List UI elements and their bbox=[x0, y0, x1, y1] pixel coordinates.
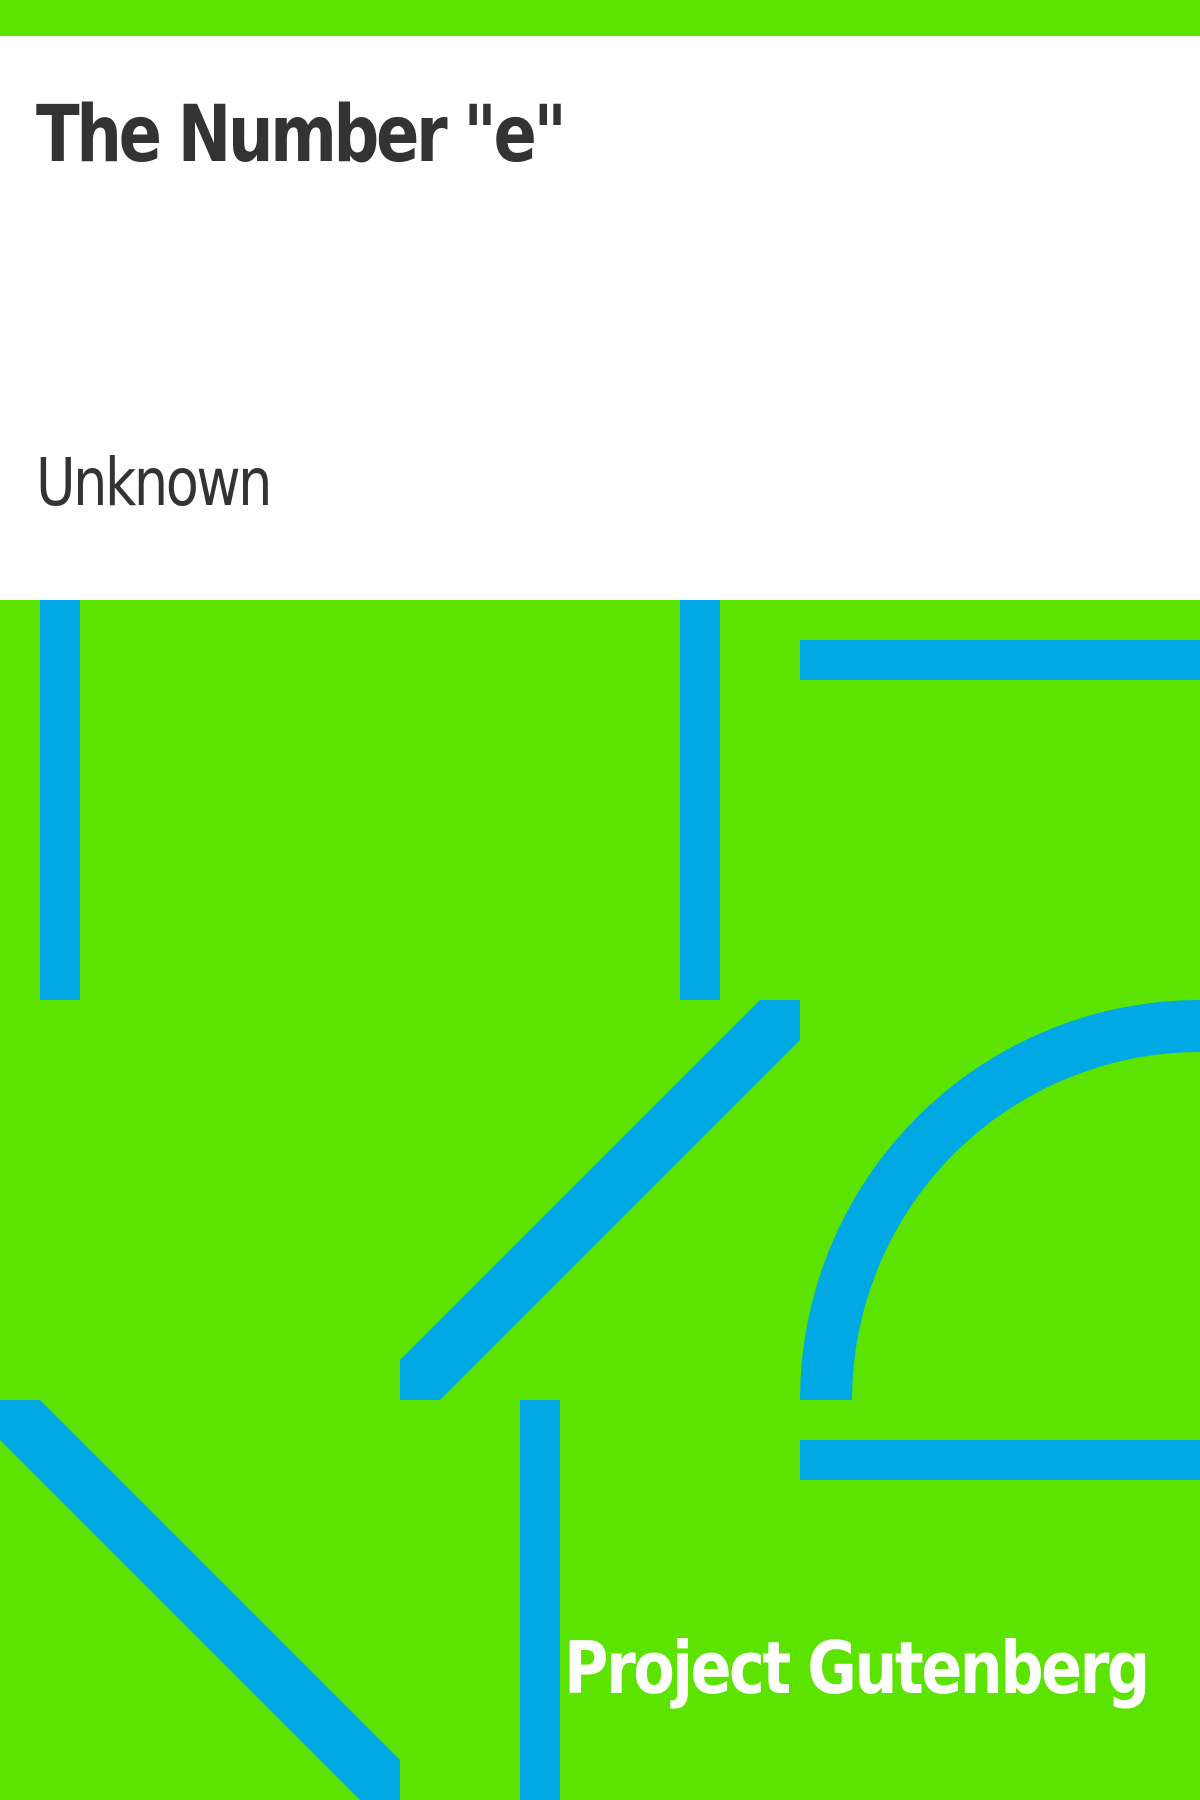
vertical-bar-left bbox=[40, 600, 80, 1000]
horizontal-bar-bottom-right bbox=[800, 1440, 1200, 1480]
horizontal-bar-top-right bbox=[800, 640, 1200, 680]
book-cover: The Number "e" Unknown Project Gutenberg bbox=[0, 0, 1200, 1800]
title-panel: The Number "e" Unknown bbox=[0, 36, 1200, 600]
book-author: Unknown bbox=[36, 444, 272, 521]
quarter-circle-arc bbox=[800, 1000, 1200, 1400]
book-title: The Number "e" bbox=[36, 90, 567, 180]
top-color-strip bbox=[0, 0, 1200, 36]
vertical-bar-middle bbox=[680, 600, 720, 1000]
diagonal-bar-middle bbox=[400, 1000, 800, 1400]
geometric-pattern-icon bbox=[0, 600, 1200, 1800]
vertical-bar-bottom bbox=[520, 1400, 560, 1800]
publisher-label: Project Gutenberg bbox=[564, 1626, 1150, 1710]
diagonal-bar-bottom-left bbox=[0, 1400, 400, 1800]
